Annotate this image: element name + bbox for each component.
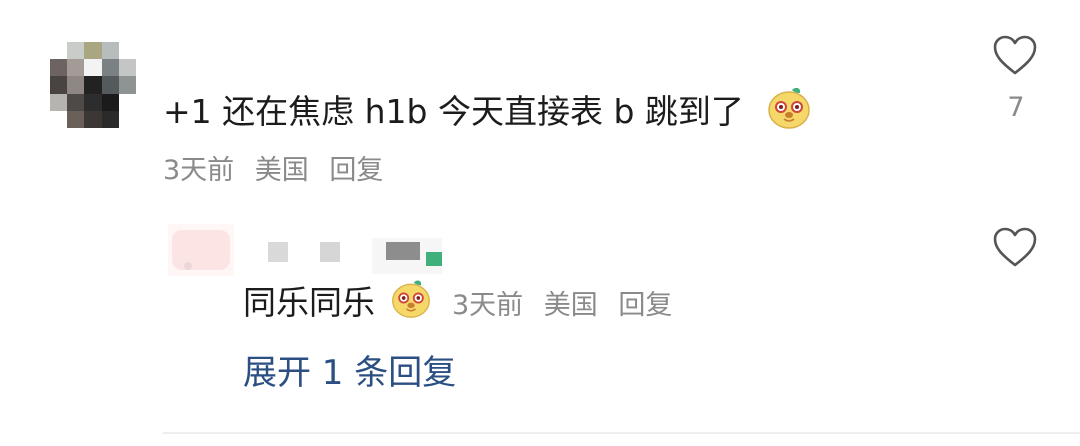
reply-button[interactable]: 回复 <box>329 155 383 186</box>
comment-location: 美国 <box>254 155 309 186</box>
reply-meta: 3天前 美国 回复 <box>452 290 684 321</box>
reply-body: 同乐同乐 <box>243 283 375 322</box>
reply-time: 3天前 <box>452 290 524 321</box>
dog-emoji-icon <box>390 277 432 332</box>
heart-icon <box>993 35 1037 75</box>
reply-location: 美国 <box>543 290 598 321</box>
comment-text: +1 还在焦虑 h1b 今天直接表 b 跳到了 <box>163 84 812 143</box>
comment-time: 3天前 <box>163 155 235 186</box>
reply-avatar[interactable] <box>168 224 234 276</box>
comment-meta: 3天前 美国 回复 <box>163 148 395 187</box>
reply-like-button[interactable] <box>992 226 1038 268</box>
like-button[interactable] <box>992 34 1038 76</box>
divider <box>163 432 1080 434</box>
dog-emoji-icon <box>766 84 812 143</box>
expand-replies-button[interactable]: 展开 1 条回复 <box>243 345 456 394</box>
reply-reply-button[interactable]: 回复 <box>618 290 672 321</box>
like-count: 7 <box>1007 92 1025 123</box>
avatar[interactable] <box>50 42 136 128</box>
comment-body: +1 还在焦虑 h1b 今天直接表 b 跳到了 <box>163 92 744 131</box>
heart-icon <box>993 227 1037 267</box>
reply-text: 同乐同乐 3天前 美国 回复 <box>243 277 684 332</box>
reply-username-blurred <box>268 238 458 274</box>
